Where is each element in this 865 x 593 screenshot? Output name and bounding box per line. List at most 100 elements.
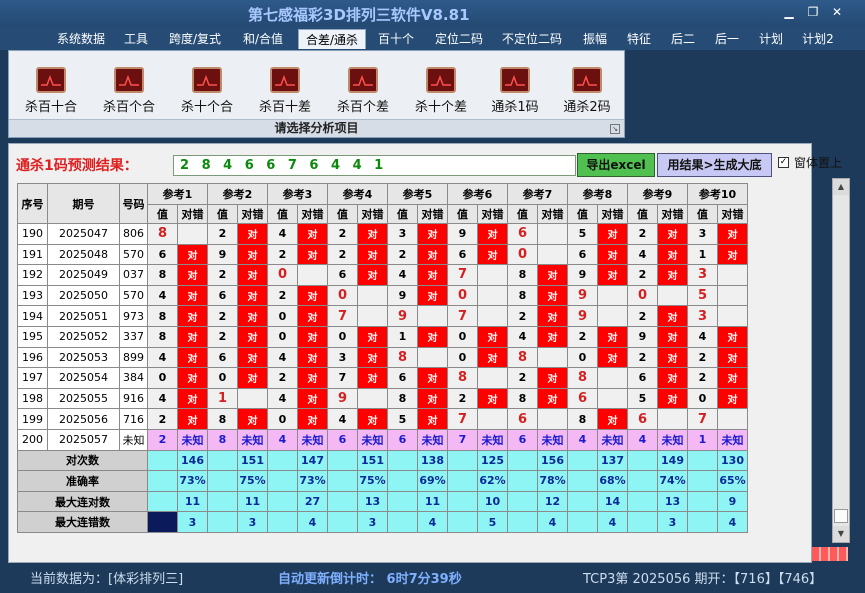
table-row: 191 2025048 570 6 对 9 对 2 对 2 对 2 对 6 对 0 6 对 4 对 1 对: [17, 243, 748, 266]
value-cell-hit: 7: [447, 408, 478, 430]
stats-spacer: [387, 490, 418, 513]
maximize-icon[interactable]: ❐: [802, 3, 824, 21]
check-cell-correct: 对: [717, 367, 748, 389]
stats-value: 156: [537, 449, 568, 472]
value-cell-hit: 0: [507, 243, 538, 266]
stats-value: 3: [177, 511, 208, 533]
stats-value: 11: [417, 490, 448, 513]
stats-spacer: [687, 470, 718, 492]
menu-item[interactable]: 不定位二码: [495, 29, 569, 49]
ribbon-panel: 杀百十合 杀百个合 杀十个合 杀百十差 杀百个差 杀十个差 通杀1码 通杀2码 …: [8, 50, 625, 138]
ribbon-button-label: 杀百十差: [258, 100, 311, 115]
check-cell-correct: 对: [237, 264, 268, 286]
check-cell-correct: 对: [477, 223, 508, 245]
ribbon-button[interactable]: 通杀1码: [483, 67, 547, 115]
scroll-thumb[interactable]: [834, 509, 848, 523]
stats-value: 75%: [237, 470, 268, 492]
check-cell-correct: 对: [477, 243, 508, 266]
check-cell-correct: 对: [537, 387, 568, 410]
menu-item[interactable]: 定位二码: [428, 29, 490, 49]
ribbon-button[interactable]: 杀百十合: [19, 67, 83, 115]
stats-spacer: [327, 470, 358, 492]
check-cell-correct: 对: [237, 243, 268, 266]
check-cell-correct: 对: [177, 305, 208, 327]
chart-icon: [426, 67, 456, 93]
prediction-field[interactable]: 2 8 4 6 6 7 6 4 4 1: [173, 155, 576, 176]
check-cell-correct: 对: [657, 387, 688, 410]
stats-spacer: [267, 449, 298, 472]
ribbon-button-label: 通杀1码: [491, 100, 539, 115]
check-cell-correct: 对: [357, 243, 388, 266]
menu-item[interactable]: 和/合值: [234, 29, 292, 49]
menu-item[interactable]: 跨度/复式: [160, 29, 230, 49]
stats-value: 68%: [597, 470, 628, 492]
export-excel-button[interactable]: 导出excel: [577, 153, 655, 177]
check-cell-empty: [477, 305, 508, 327]
value-cell-hit: 8: [387, 346, 418, 369]
progress-indicator: [812, 547, 848, 561]
minimize-icon[interactable]: ▁: [778, 3, 800, 21]
chart-icon: [348, 67, 378, 93]
value-cell: 9: [207, 243, 238, 266]
ribbon-button[interactable]: 杀十个合: [175, 67, 239, 115]
stats-spacer: [627, 511, 658, 533]
menu-item[interactable]: 后二: [664, 29, 702, 49]
stats-spacer: [327, 449, 358, 472]
code-cell: 973: [119, 305, 148, 327]
check-cell-empty: [717, 264, 748, 286]
menu-item[interactable]: 后一: [708, 29, 746, 49]
value-cell: 9: [627, 325, 658, 348]
value-cell: 4: [627, 428, 658, 451]
value-cell: 0: [147, 367, 178, 389]
menu-item[interactable]: 计划2: [796, 29, 840, 49]
menu-item[interactable]: 系统数据: [50, 29, 112, 49]
menu-item[interactable]: 特征: [620, 29, 658, 49]
ribbon-button[interactable]: 杀百个差: [331, 67, 395, 115]
menu-item-active[interactable]: 合差/通杀: [298, 29, 366, 49]
check-cell-correct: 对: [417, 243, 448, 266]
scroll-down-icon[interactable]: ▼: [833, 526, 849, 542]
ribbon-button[interactable]: 杀十个差: [409, 67, 473, 115]
check-cell-empty: [417, 305, 448, 327]
value-cell: 3: [687, 223, 718, 245]
stats-spacer: [687, 449, 718, 472]
generate-button[interactable]: 用结果>生成大底: [657, 153, 772, 177]
ribbon-button[interactable]: 杀百十差: [253, 67, 317, 115]
value-cell-hit: 5: [687, 284, 718, 307]
stats-spacer: [267, 470, 298, 492]
check-cell-correct: 对: [657, 223, 688, 245]
vertical-scrollbar[interactable]: ▲ ▼: [832, 178, 850, 543]
value-cell: 6: [387, 367, 418, 389]
check-cell-empty: [477, 367, 508, 389]
chart-icon: [36, 67, 66, 93]
check-cell-correct: 对: [237, 305, 268, 327]
menu-item[interactable]: 计划: [752, 29, 790, 49]
menu-item[interactable]: 百十个: [371, 29, 421, 49]
check-header: 对错: [237, 204, 268, 224]
check-cell-correct: 对: [597, 325, 628, 348]
check-cell-correct: 对: [417, 408, 448, 430]
stats-spacer: [447, 470, 478, 492]
value-cell: 6: [387, 428, 418, 451]
table-row: 193 2025050 570 4 对 6 对 2 对 0 9 对 0 8 对 9 0 5: [17, 284, 748, 307]
ribbon-button[interactable]: 通杀2码: [555, 67, 619, 115]
value-cell: 6: [567, 243, 598, 266]
value-cell: 8: [147, 305, 178, 327]
code-cell: 570: [119, 284, 148, 307]
seq-cell: 199: [17, 408, 48, 430]
value-cell: 5: [387, 408, 418, 430]
stats-value: 14: [597, 490, 628, 513]
menu-item[interactable]: 振幅: [576, 29, 614, 49]
pin-checkbox[interactable]: ✓: [778, 157, 789, 168]
ribbon-button[interactable]: 杀百个合: [97, 67, 161, 115]
check-cell-unknown: 未知: [417, 428, 448, 451]
stats-value: 3: [657, 511, 688, 533]
menu-item[interactable]: 工具: [118, 29, 154, 49]
result-table: 序号 期号 号码 参考1 参考2 参考3 参考4 参考5 参考6 参考7 参考8 参考9 参考10 值对错…: [17, 183, 748, 533]
stats-spacer: [567, 449, 598, 472]
close-icon[interactable]: ✕: [826, 3, 848, 21]
scroll-up-icon[interactable]: ▲: [833, 179, 849, 195]
value-cell: 0: [687, 387, 718, 410]
value-cell: 6: [327, 264, 358, 286]
dialog-launcher-icon[interactable]: ↘: [610, 124, 620, 134]
